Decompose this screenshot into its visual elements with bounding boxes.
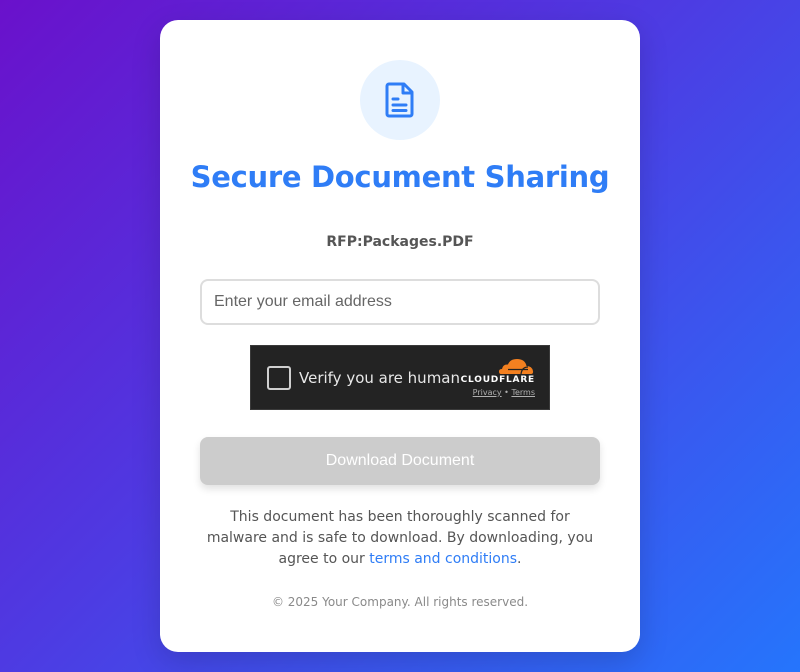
terms-link[interactable]: Terms (511, 388, 535, 397)
document-filename: RFP:Packages.PDF (326, 234, 474, 250)
safety-notice-end: . (517, 551, 522, 567)
safety-notice: This document has been thoroughly scanne… (200, 507, 600, 570)
page-title: Secure Document Sharing (190, 160, 610, 194)
terms-and-conditions-link[interactable]: terms and conditions (369, 551, 517, 567)
copyright-footer: © 2025 Your Company. All rights reserved… (271, 595, 529, 609)
cloudflare-turnstile-widget: Verify you are human CLOUDFLARE Privacy … (250, 345, 550, 410)
email-input[interactable] (200, 279, 600, 325)
cloudflare-cloud-icon (499, 359, 534, 375)
verify-human-label[interactable]: Verify you are human (299, 369, 460, 387)
document-icon-badge (360, 60, 440, 140)
download-document-button[interactable]: Download Document (200, 437, 600, 485)
captcha-links: Privacy • Terms (451, 388, 535, 397)
link-separator: • (504, 388, 509, 397)
document-icon (385, 82, 414, 118)
privacy-link[interactable]: Privacy (473, 388, 502, 397)
login-card: Secure Document Sharing RFP:Packages.PDF… (160, 20, 640, 652)
verify-human-checkbox[interactable] (267, 366, 291, 390)
cloudflare-logo-text: CLOUDFLARE (460, 375, 535, 385)
